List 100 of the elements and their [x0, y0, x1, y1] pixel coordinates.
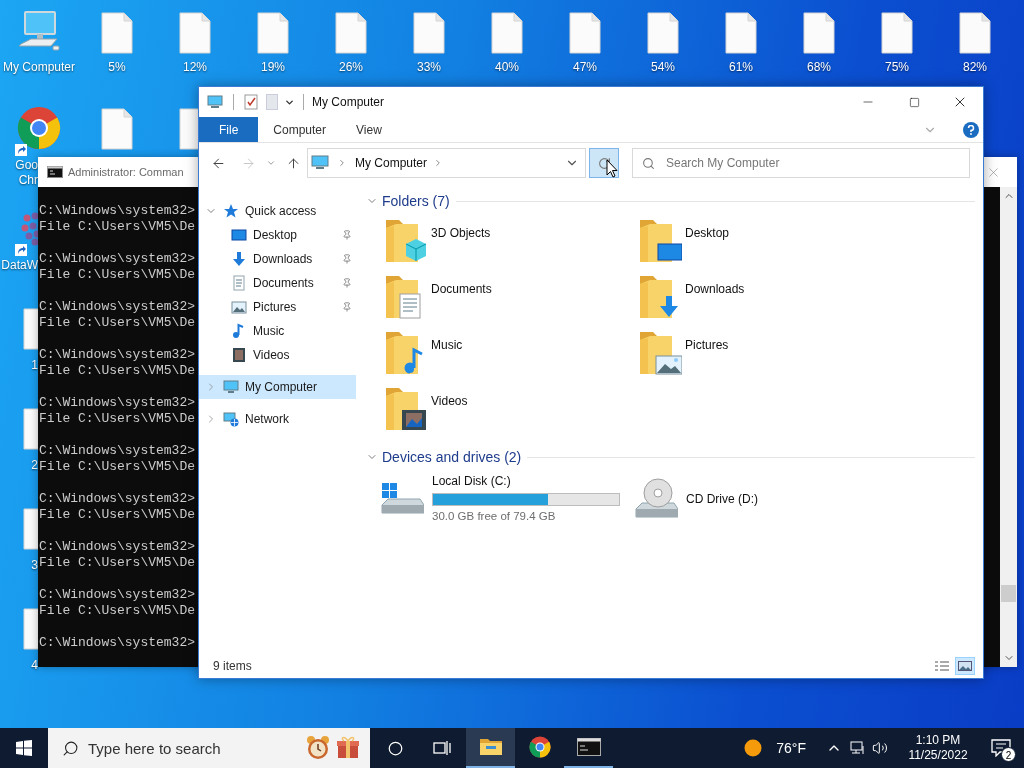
pin-icon: [342, 302, 352, 312]
properties-icon[interactable]: [244, 94, 258, 110]
nav-item[interactable]: Quick access: [199, 199, 356, 223]
console-line: File C:\Users\VM5\De: [39, 219, 196, 235]
scroll-thumb[interactable]: [1001, 585, 1016, 602]
section-header[interactable]: Devices and drives (2): [382, 446, 522, 468]
console-line: File C:\Users\VM5\De: [39, 315, 196, 331]
volume-icon[interactable]: [872, 740, 888, 756]
taskbar-app-button[interactable]: [466, 728, 515, 768]
file-icon: [490, 12, 524, 54]
network-icon: [223, 411, 239, 427]
search-field[interactable]: Search My Computer: [632, 148, 970, 178]
ribbon-tab[interactable]: File: [199, 117, 259, 142]
circle-icon: [387, 740, 403, 756]
console-line: C:\Windows\system32>: [39, 251, 196, 267]
computer-icon: [311, 155, 329, 171]
file-icon: [256, 12, 290, 54]
refresh-icon: [597, 156, 611, 170]
cd-drive-icon: [634, 477, 678, 521]
icon-label: 19%: [261, 60, 285, 75]
down-arrow-icon: [231, 251, 247, 267]
sun-icon: [744, 739, 763, 757]
icon-label: 68%: [807, 60, 831, 75]
folder-item[interactable]: Desktop: [638, 214, 892, 270]
large-icons-view-button[interactable]: [955, 657, 975, 675]
maximize-icon: [908, 96, 920, 108]
nav-item[interactable]: Downloads: [199, 247, 356, 271]
status-text: 9 items: [213, 658, 252, 675]
drive-item[interactable]: Local Disk (C:) 30.0 GB free of 79.4 GB: [380, 473, 634, 525]
console-line: C:\Windows\system32>: [39, 203, 196, 219]
icon-label: 2: [31, 458, 38, 473]
ribbon-tab[interactable]: View: [341, 117, 397, 142]
nav-item[interactable]: Music: [199, 319, 356, 343]
window-title: My Computer: [312, 94, 385, 111]
shortcut-arrow-icon: [15, 244, 27, 256]
console-line: C:\Windows\system32>: [39, 347, 196, 363]
ribbon-tab[interactable]: Computer: [258, 117, 342, 142]
icon-label: 47%: [573, 60, 597, 75]
console-line: File C:\Users\VM5\De: [39, 411, 196, 427]
icon-label: 3: [31, 558, 38, 573]
breadcrumb-separator-icon: [337, 158, 347, 168]
icon-label: 1: [31, 358, 38, 373]
pin-icon: [342, 278, 352, 288]
folder-item[interactable]: Videos: [384, 382, 638, 438]
details-view-icon: [935, 661, 949, 671]
file-icon: [802, 12, 836, 54]
up-icon[interactable]: [286, 155, 301, 171]
section-header[interactable]: Folders (7): [382, 190, 450, 212]
icon-label: Goo: [15, 158, 38, 173]
icon-label: 4: [31, 658, 38, 673]
weather-widget[interactable]: 76°F: [738, 728, 812, 768]
icon-label: 40%: [495, 60, 519, 75]
taskbar-search-field[interactable]: Type here to search: [48, 728, 370, 768]
alarm-clock-icon: [306, 735, 330, 761]
notification-button[interactable]: 2: [978, 728, 1024, 768]
back-icon[interactable]: [211, 155, 226, 171]
nav-item[interactable]: Network: [199, 407, 356, 431]
console-line: File C:\Users\VM5\De: [39, 555, 196, 571]
nav-item[interactable]: My Computer: [199, 375, 356, 399]
clock[interactable]: 1:10 PM 11/25/2022: [898, 728, 978, 768]
file-icon: [568, 12, 602, 54]
console-line: C:\Windows\system32>: [39, 539, 196, 555]
console-line: File C:\Users\VM5\De: [39, 603, 196, 619]
search-icon: [642, 157, 655, 170]
folder-item[interactable]: Documents: [384, 270, 638, 326]
film-icon: [231, 347, 247, 363]
folder-item[interactable]: 3D Objects: [384, 214, 638, 270]
task-view-icon: [433, 740, 451, 756]
file-icon: [100, 108, 134, 150]
drive-item[interactable]: CD Drive (D:): [634, 473, 888, 525]
console-line: File C:\Users\VM5\De: [39, 459, 196, 475]
computer-icon: [223, 379, 239, 395]
file-icon: [646, 12, 680, 54]
file-icon: [100, 12, 134, 54]
mouse-cursor-icon: [606, 159, 618, 178]
star-icon: [223, 203, 239, 219]
console-line: C:\Windows\system32>: [39, 443, 196, 459]
help-icon[interactable]: [963, 121, 979, 138]
nav-item[interactable]: Videos: [199, 343, 356, 367]
screen-icon: [231, 227, 247, 243]
icon-label: 61%: [729, 60, 753, 75]
file-icon: [412, 12, 446, 54]
folder-item[interactable]: Music: [384, 326, 638, 382]
nav-item[interactable]: Pictures: [199, 295, 356, 319]
console-line: C:\Windows\system32>: [39, 491, 196, 507]
nav-item[interactable]: Desktop: [199, 223, 356, 247]
folder-item[interactable]: Pictures: [638, 326, 892, 382]
message-icon: [991, 739, 1011, 757]
folder-icon: [478, 737, 503, 757]
gift-icon: [336, 735, 360, 759]
terminal-icon: [576, 738, 601, 756]
icon-label: 82%: [963, 60, 987, 75]
nav-item[interactable]: Documents: [199, 271, 356, 295]
folder-item[interactable]: Downloads: [638, 270, 892, 326]
icon-label: Chr: [18, 173, 38, 188]
breadcrumb-item[interactable]: My Computer: [355, 154, 428, 172]
address-bar[interactable]: My Computer: [307, 148, 586, 178]
console-line: C:\Windows\system32>: [39, 395, 196, 411]
network-icon[interactable]: [850, 741, 866, 755]
console-line: C:\Windows\system32>: [39, 299, 196, 315]
